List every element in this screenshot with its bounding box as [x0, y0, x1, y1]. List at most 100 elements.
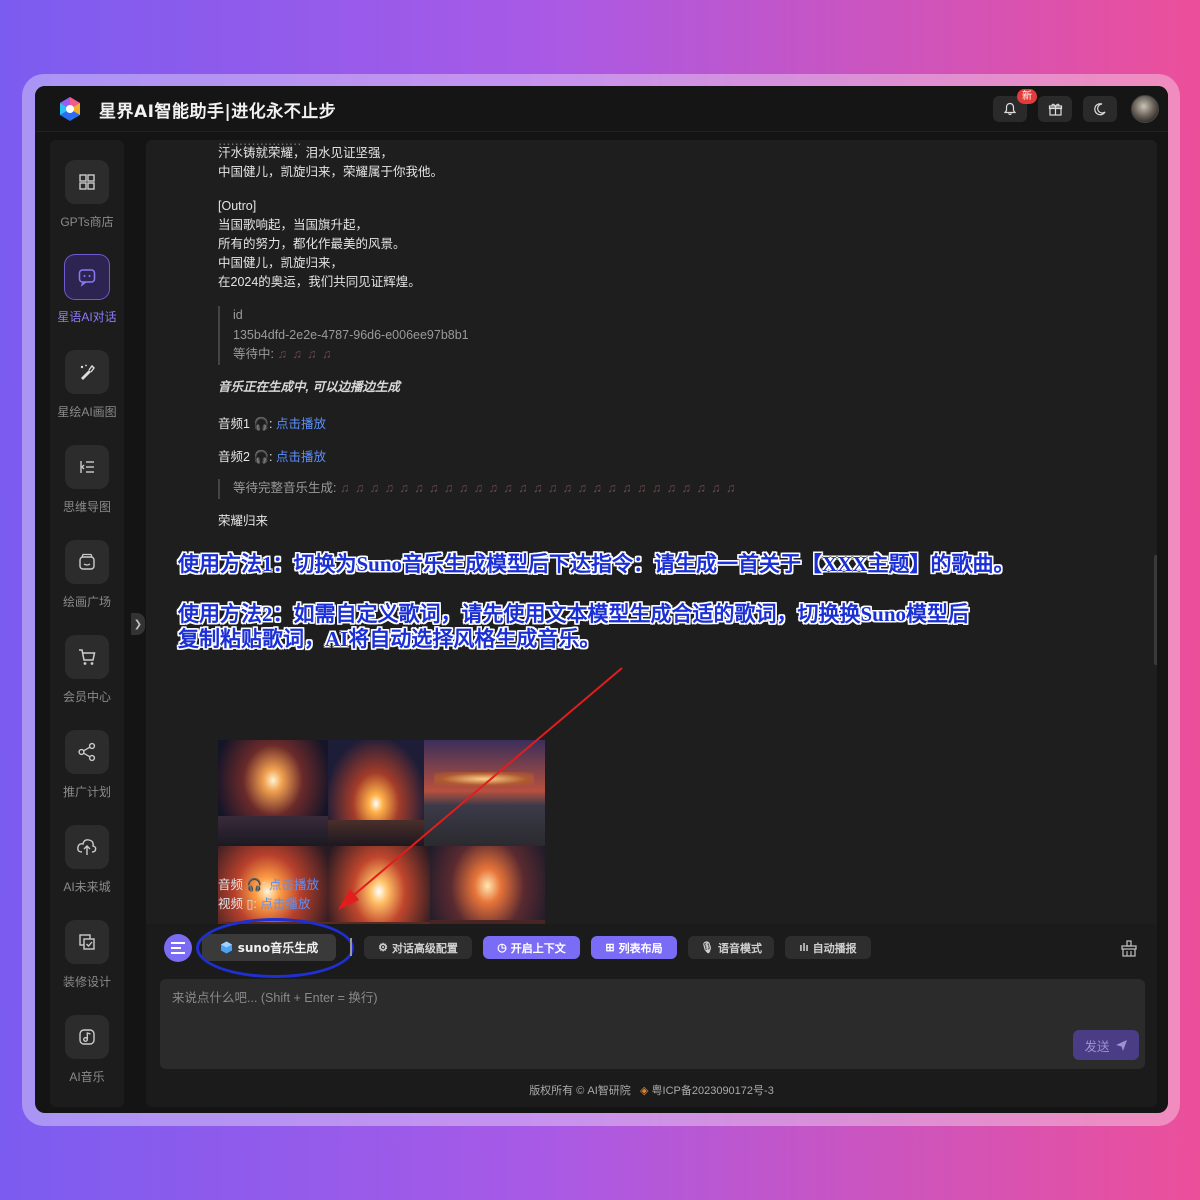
sidebar-item-label: 思维导图: [62, 500, 111, 514]
gear-icon: ⚙: [378, 942, 388, 954]
main-panel: ‥‥‥‥‥‥‥‥‥‥ 汗水铸就荣耀，泪水见证坚强， 中国健儿，凯旋归来，荣耀属于…: [146, 140, 1157, 1107]
chat-scrollbar[interactable]: [1154, 555, 1157, 665]
sidebar-item-gallery[interactable]: 绘画广场: [50, 540, 124, 620]
audio-2-play-link[interactable]: 点击播放: [276, 450, 326, 464]
new-badge: 新: [1017, 89, 1037, 104]
sidebar-item-label: 装修设计: [62, 975, 111, 989]
toolbar-divider: [350, 938, 352, 956]
moon-icon: [1094, 103, 1106, 116]
grid-icon: [65, 160, 109, 204]
icp-link[interactable]: 粤ICP备2023090172号-3: [652, 1085, 774, 1097]
cover-image[interactable]: [328, 740, 424, 846]
sidebar-collapse-handle[interactable]: ❯: [131, 613, 145, 635]
video-icon: ▯: [246, 897, 254, 911]
lyric-line: 中国健儿，凯旋归来，荣耀属于你我他。: [218, 165, 444, 179]
sidebar-item-design[interactable]: 装修设计: [50, 920, 124, 1000]
sidebar-item-label: GPTs商店: [60, 215, 114, 229]
message-input-container: [160, 979, 1145, 1069]
waveform-icon: ılı: [799, 941, 809, 954]
task-waiting: 等待中: ♫ ♫ ♫ ♫: [233, 347, 333, 361]
highlight-circle: [196, 918, 354, 978]
headphones-icon: 🎧: [253, 450, 270, 464]
sidebar-item-promotion[interactable]: 推广计划: [50, 730, 124, 810]
cover-image[interactable]: [424, 740, 545, 846]
clock-icon: ◷: [497, 942, 507, 954]
chat-area: ‥‥‥‥‥‥‥‥‥‥ 汗水铸就荣耀，泪水见证坚强， 中国健儿，凯旋归来，荣耀属于…: [146, 140, 1157, 924]
sidebar-item-music[interactable]: AI音乐: [50, 1015, 124, 1095]
top-bar: 星界AI智能助手|进化永不止步 新: [35, 86, 1168, 132]
cover-image[interactable]: [430, 846, 545, 924]
autoplay-button[interactable]: ılı 自动播报: [785, 936, 871, 959]
sidebar-item-label: AI音乐: [69, 1070, 105, 1084]
microphone-icon: 🎙: [700, 942, 714, 954]
sidebar-item-label: 星语AI对话: [57, 310, 117, 324]
design-icon: [65, 920, 109, 964]
task-id-value: 135b4dfd-2e2e-4787-96d6-e006ee97b8b1: [233, 327, 469, 342]
advanced-config-button[interactable]: ⚙ 对话高级配置: [364, 936, 472, 959]
logo-icon: [60, 97, 80, 121]
sidebar-item-membership[interactable]: 会员中心: [50, 635, 124, 715]
audio-play-link[interactable]: 点击播放: [269, 878, 319, 892]
sidebar-item-label: 绘画广场: [62, 595, 111, 609]
sidebar-item-chat[interactable]: 星语AI对话: [50, 255, 124, 335]
headphones-icon: 🎧: [253, 417, 270, 431]
cover-image[interactable]: [328, 846, 430, 924]
song-title: 荣耀归来: [218, 514, 269, 528]
headphones-icon: 🎧: [246, 878, 263, 892]
lyric-line: 当国歌响起，当国旗升起，: [218, 218, 369, 232]
mindmap-icon: [65, 445, 109, 489]
sidebar-item-mindmap[interactable]: 思维导图: [50, 445, 124, 525]
message-input[interactable]: [160, 979, 1145, 1069]
annotation-method-1: 使用方法1：切换为Suno音乐生成模型后下达指令：请生成一首关于【XXX主题】的…: [178, 552, 1015, 576]
context-toggle-button[interactable]: ◷ 开启上下文: [483, 936, 580, 959]
video-play-link[interactable]: 点击播放: [260, 897, 310, 911]
app-title: 星界AI智能助手|进化永不止步: [99, 102, 337, 122]
sidebar-item-label: 星绘AI画图: [57, 405, 117, 419]
cover-image[interactable]: [218, 740, 328, 846]
menu-button[interactable]: [164, 934, 192, 962]
menu-icon: [171, 942, 185, 954]
send-button[interactable]: 发送: [1073, 1030, 1139, 1060]
footer: 版权所有 © AI智研院 ◈ 粤ICP备2023090172号-3: [146, 1082, 1157, 1098]
task-id-label: id: [233, 308, 243, 322]
police-badge-icon: ◈: [639, 1085, 649, 1097]
user-avatar[interactable]: [1131, 95, 1159, 123]
sidebar-item-gpts[interactable]: GPTs商店: [50, 160, 124, 240]
audio-1-line: 音频1 🎧: 点击播放: [218, 417, 326, 431]
lyric-line: 中国健儿，凯旋归来，: [218, 256, 344, 270]
sidebar-item-label: AI未来城: [63, 880, 111, 894]
sidebar-item-label: 会员中心: [62, 690, 111, 704]
gallery-icon: [65, 540, 109, 584]
sidebar-item-label: 推广计划: [62, 785, 111, 799]
annotation-method-2-line-1: 使用方法2：如需自定义歌词，请先使用文本模型生成合适的歌词，切换换Suno模型后: [178, 602, 970, 626]
chat-toolbar: suno音乐生成 ⚙ 对话高级配置 ◷ 开启上下文 ⊞ 列表布局 🎙 语音模式 ılı 自…: [146, 918, 1157, 978]
send-icon: [1115, 1039, 1127, 1051]
sidebar-item-future-city[interactable]: AI未来城: [50, 825, 124, 905]
copyright-text: 版权所有 © AI智研院: [529, 1085, 631, 1097]
full-music-waiting: 等待完整音乐生成: ♫ ♫ ♫ ♫ ♫ ♫ ♫ ♫ ♫ ♫ ♫ ♫ ♫ ♫ ♫ …: [218, 479, 736, 499]
audio-2-line: 音频2 🎧: 点击播放: [218, 450, 326, 464]
lyric-line: 所有的努力，都化作最美的风景。: [218, 237, 406, 251]
app-window: 星界AI智能助手|进化永不止步 新 GPTs商店 星语AI对话 星绘AI画图 思…: [35, 86, 1168, 1113]
bell-icon: [1003, 102, 1017, 116]
clear-chat-button[interactable]: [1115, 936, 1143, 962]
theme-toggle-button[interactable]: [1083, 96, 1117, 122]
gift-icon: [1048, 103, 1062, 116]
cart-icon: [65, 635, 109, 679]
gift-button[interactable]: [1038, 96, 1072, 122]
audio-line: 音频 🎧: 点击播放: [218, 878, 320, 892]
sidebar-item-paint[interactable]: 星绘AI画图: [50, 350, 124, 430]
lyric-line: 汗水铸就荣耀，泪水见证坚强，: [218, 146, 394, 160]
music-icon: [65, 1015, 109, 1059]
audio-1-play-link[interactable]: 点击播放: [276, 417, 326, 431]
task-status-block: id 135b4dfd-2e2e-4787-96d6-e006ee97b8b1 …: [218, 306, 469, 365]
video-line: 视频 ▯: 点击播放: [218, 897, 311, 911]
list-layout-button[interactable]: ⊞ 列表布局: [591, 936, 677, 959]
voice-mode-button[interactable]: 🎙 语音模式: [688, 936, 774, 959]
lyric-line: 在2024的奥运，我们共同见证辉煌。: [218, 275, 421, 289]
paint-icon: [65, 350, 109, 394]
generating-note: 音乐正在生成中, 可以边播边生成: [218, 380, 400, 394]
cloud-upload-icon: [65, 825, 109, 869]
share-icon: [65, 730, 109, 774]
music-notes-icon: ♫ ♫ ♫ ♫ ♫ ♫ ♫ ♫ ♫ ♫ ♫ ♫ ♫ ♫ ♫ ♫ ♫ ♫ ♫ ♫ …: [339, 481, 737, 495]
